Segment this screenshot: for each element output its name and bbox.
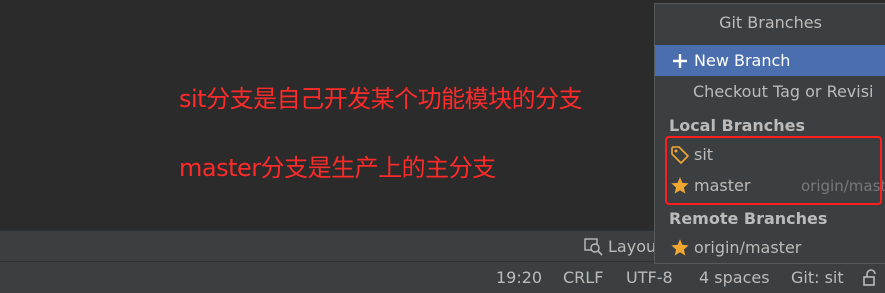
layout-search-icon [584, 237, 603, 256]
unlock-icon[interactable] [862, 269, 880, 291]
new-branch-item[interactable]: New Branch [655, 45, 885, 76]
new-branch-label: New Branch [694, 51, 791, 70]
remote-branches-header: Remote Branches [669, 209, 828, 228]
git-branches-popup: Git Branches New Branch Checkout Tag or … [654, 3, 885, 264]
remote-branch-item-origin-master[interactable]: origin/master [655, 232, 885, 263]
layout-button[interactable]: Layou [584, 237, 656, 256]
layout-label: Layou [608, 237, 657, 256]
indent-setting[interactable]: 4 spaces [699, 268, 770, 287]
star-icon [669, 237, 691, 259]
line-separator[interactable]: CRLF [563, 268, 603, 287]
cursor-position[interactable]: 19:20 [496, 268, 542, 287]
popup-title: Git Branches [719, 13, 822, 32]
plus-icon [669, 50, 691, 72]
annotation-master: master分支是生产上的主分支 [179, 154, 496, 182]
git-branch-widget[interactable]: Git: sit [791, 268, 844, 287]
checkout-label: Checkout Tag or Revisi [693, 82, 874, 101]
checkout-tag-item[interactable]: Checkout Tag or Revisi [655, 76, 885, 107]
annotation-sit: sit分支是自己开发某个功能模块的分支 [179, 85, 583, 113]
local-branches-highlight [665, 136, 882, 205]
local-branches-header: Local Branches [669, 116, 806, 135]
branch-name: origin/master [694, 238, 802, 257]
status-bar: 19:20 CRLF UTF-8 4 spaces Git: sit [0, 261, 885, 293]
file-encoding[interactable]: UTF-8 [626, 268, 673, 287]
